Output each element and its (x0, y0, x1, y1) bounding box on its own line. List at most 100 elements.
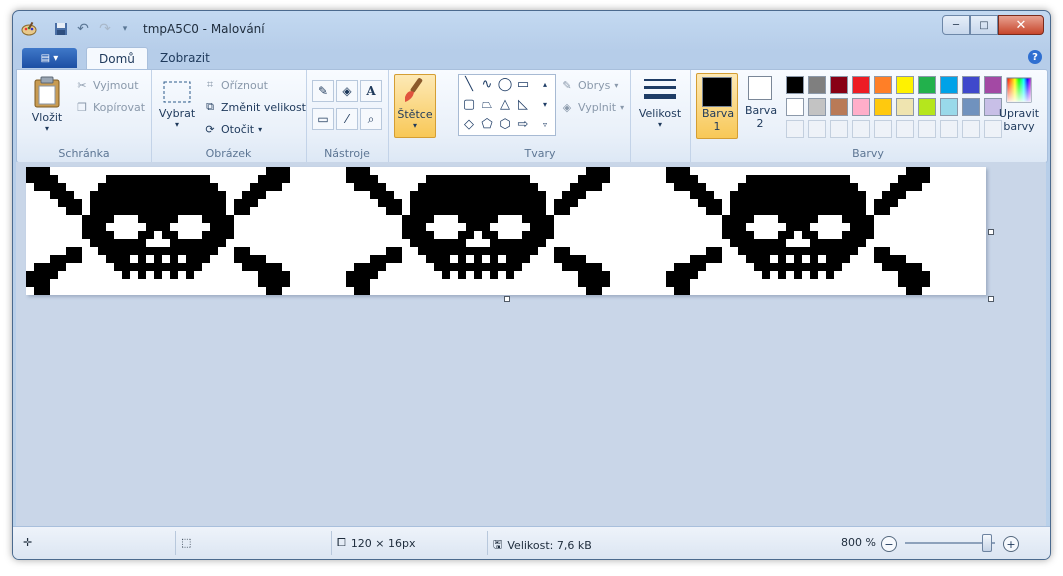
status-bar: ✛ ⬚ ⧠ 120 × 16px 🖫 Velikost: 7,6 kB 800 … (13, 526, 1050, 559)
rotate-button[interactable]: ⟳ Otočit ▾ (203, 122, 262, 136)
tab-view[interactable]: Zobrazit (148, 47, 222, 69)
text-tool-icon[interactable]: A (360, 80, 382, 102)
custom-color-slot[interactable] (896, 120, 914, 138)
color-swatch[interactable] (852, 98, 870, 116)
save-icon[interactable] (53, 21, 69, 37)
tab-home[interactable]: Domů (86, 47, 148, 70)
shapes-group-label: Tvary (524, 147, 556, 160)
color-swatch[interactable] (962, 76, 980, 94)
rotate-icon: ⟳ (205, 122, 215, 136)
color-swatch[interactable] (940, 76, 958, 94)
zoom-in-button[interactable]: + (1003, 536, 1019, 552)
color-swatch[interactable] (874, 76, 892, 94)
copy-label: Kopírovat (93, 100, 146, 114)
group-tools: ✎ ◈ A ▭ ⁄ ⌕ Nástroje (306, 70, 389, 162)
crop-button[interactable]: ⌗ Oříznout (203, 78, 268, 92)
fill-bucket-icon[interactable]: ◈ (336, 80, 358, 102)
color-swatch[interactable] (918, 76, 936, 94)
resize-handle-corner[interactable] (988, 296, 994, 302)
drawing-canvas[interactable] (26, 167, 986, 295)
cut-button[interactable]: ✂ Vyjmout (75, 78, 139, 92)
colors-group-label: Barvy (852, 147, 884, 160)
brush-icon (400, 75, 430, 108)
color-swatch[interactable] (808, 98, 826, 116)
size-button[interactable]: Velikost ▾ (636, 76, 684, 129)
color1-button[interactable]: Barva 1 (696, 73, 738, 139)
custom-color-slot[interactable] (874, 120, 892, 138)
minimize-button[interactable]: ─ (942, 15, 970, 35)
color-swatch[interactable] (918, 98, 936, 116)
color-swatch[interactable] (786, 98, 804, 116)
maximize-button[interactable]: □ (970, 15, 998, 35)
custom-color-slot[interactable] (786, 120, 804, 138)
paint-app-icon[interactable] (21, 21, 37, 37)
resize-button[interactable]: ⧉ Změnit velikost (203, 100, 306, 114)
color-swatch[interactable] (830, 98, 848, 116)
group-brushes: Štětce ▾ (388, 70, 450, 162)
color-swatch[interactable] (830, 76, 848, 94)
line-size-icon (644, 76, 676, 107)
copy-button[interactable]: ❐ Kopírovat (75, 100, 145, 114)
color-swatch[interactable] (852, 76, 870, 94)
help-icon[interactable]: ? (1028, 50, 1042, 64)
application-menu-button[interactable]: ▤ ▾ (22, 48, 77, 68)
color-swatch[interactable] (896, 76, 914, 94)
diamond-shape-icon[interactable]: ◇ (461, 117, 477, 132)
select-button[interactable]: Vybrat ▾ (157, 80, 197, 129)
crop-icon: ⌗ (206, 78, 214, 91)
gallery-expand-icon[interactable]: ▿ (537, 117, 553, 131)
zoom-out-button[interactable]: − (881, 536, 897, 552)
canvas-area[interactable] (16, 162, 1046, 526)
eraser-icon[interactable]: ▭ (312, 108, 334, 130)
edit-colors-button[interactable]: Upravit barvy (996, 76, 1042, 133)
rectangle-shape-icon[interactable]: ▭ (515, 77, 531, 92)
color-swatch[interactable] (896, 98, 914, 116)
rotate-dropdown-icon: ▾ (258, 124, 263, 134)
arrow-shape-icon[interactable]: ⇨ (515, 117, 531, 132)
size-label: Velikost (638, 107, 682, 120)
magnifier-icon[interactable]: ⌕ (360, 108, 382, 130)
resize-handle-right[interactable] (988, 229, 994, 235)
right-triangle-shape-icon[interactable]: ◺ (515, 97, 531, 112)
color2-button[interactable]: Barva 2 (740, 73, 780, 137)
custom-color-slot[interactable] (918, 120, 936, 138)
rounded-rectangle-shape-icon[interactable]: ▢ (461, 97, 477, 112)
pencil-icon[interactable]: ✎ (312, 80, 334, 102)
redo-icon[interactable]: ↷ (97, 21, 113, 37)
color-swatch[interactable] (874, 98, 892, 116)
color-swatch[interactable] (808, 76, 826, 94)
undo-icon[interactable]: ↶ (75, 21, 91, 37)
color-swatch[interactable] (786, 76, 804, 94)
custom-color-slot[interactable] (962, 120, 980, 138)
custom-color-slot[interactable] (852, 120, 870, 138)
outline-button[interactable]: ✎ Obrys ▾ (560, 78, 618, 92)
custom-color-slot[interactable] (830, 120, 848, 138)
oval-shape-icon[interactable]: ◯ (497, 77, 513, 92)
triangle-shape-icon[interactable]: △ (497, 97, 513, 112)
gallery-scroll-down-icon[interactable]: ▾ (537, 97, 553, 111)
ribbon-tabs: ▤ ▾ Domů Zobrazit ? (18, 47, 1046, 70)
curve-shape-icon[interactable]: ∿ (479, 77, 495, 92)
cut-label: Vyjmout (93, 78, 139, 92)
zoom-slider-thumb[interactable] (982, 534, 992, 552)
dimensions-text: 120 × 16px (350, 536, 416, 550)
resize-handle-bottom[interactable] (504, 296, 510, 302)
color-picker-icon[interactable]: ⁄ (336, 108, 358, 130)
color1-label: Barva 1 (702, 107, 735, 133)
gallery-scroll-up-icon[interactable]: ▴ (537, 77, 553, 91)
color-swatch[interactable] (940, 98, 958, 116)
pentagon-shape-icon[interactable]: ⬠ (479, 117, 495, 132)
line-shape-icon[interactable]: ╲ (461, 77, 477, 92)
polygon-shape-icon[interactable]: ⏢ (479, 97, 495, 112)
custom-color-slot[interactable] (808, 120, 826, 138)
paste-label: Vložit (31, 111, 63, 124)
brushes-dropdown-icon: ▾ (412, 121, 417, 130)
hexagon-shape-icon[interactable]: ⬡ (497, 117, 513, 132)
custom-color-slot[interactable] (940, 120, 958, 138)
paste-button[interactable]: Vložit ▾ (25, 76, 69, 133)
color-swatch[interactable] (962, 98, 980, 116)
fill-button[interactable]: ◈ Vyplnit ▾ (560, 100, 624, 114)
brushes-button[interactable]: Štětce ▾ (394, 74, 436, 138)
customize-qat-icon[interactable]: ▾ (117, 21, 133, 37)
close-button[interactable]: ✕ (998, 15, 1044, 35)
